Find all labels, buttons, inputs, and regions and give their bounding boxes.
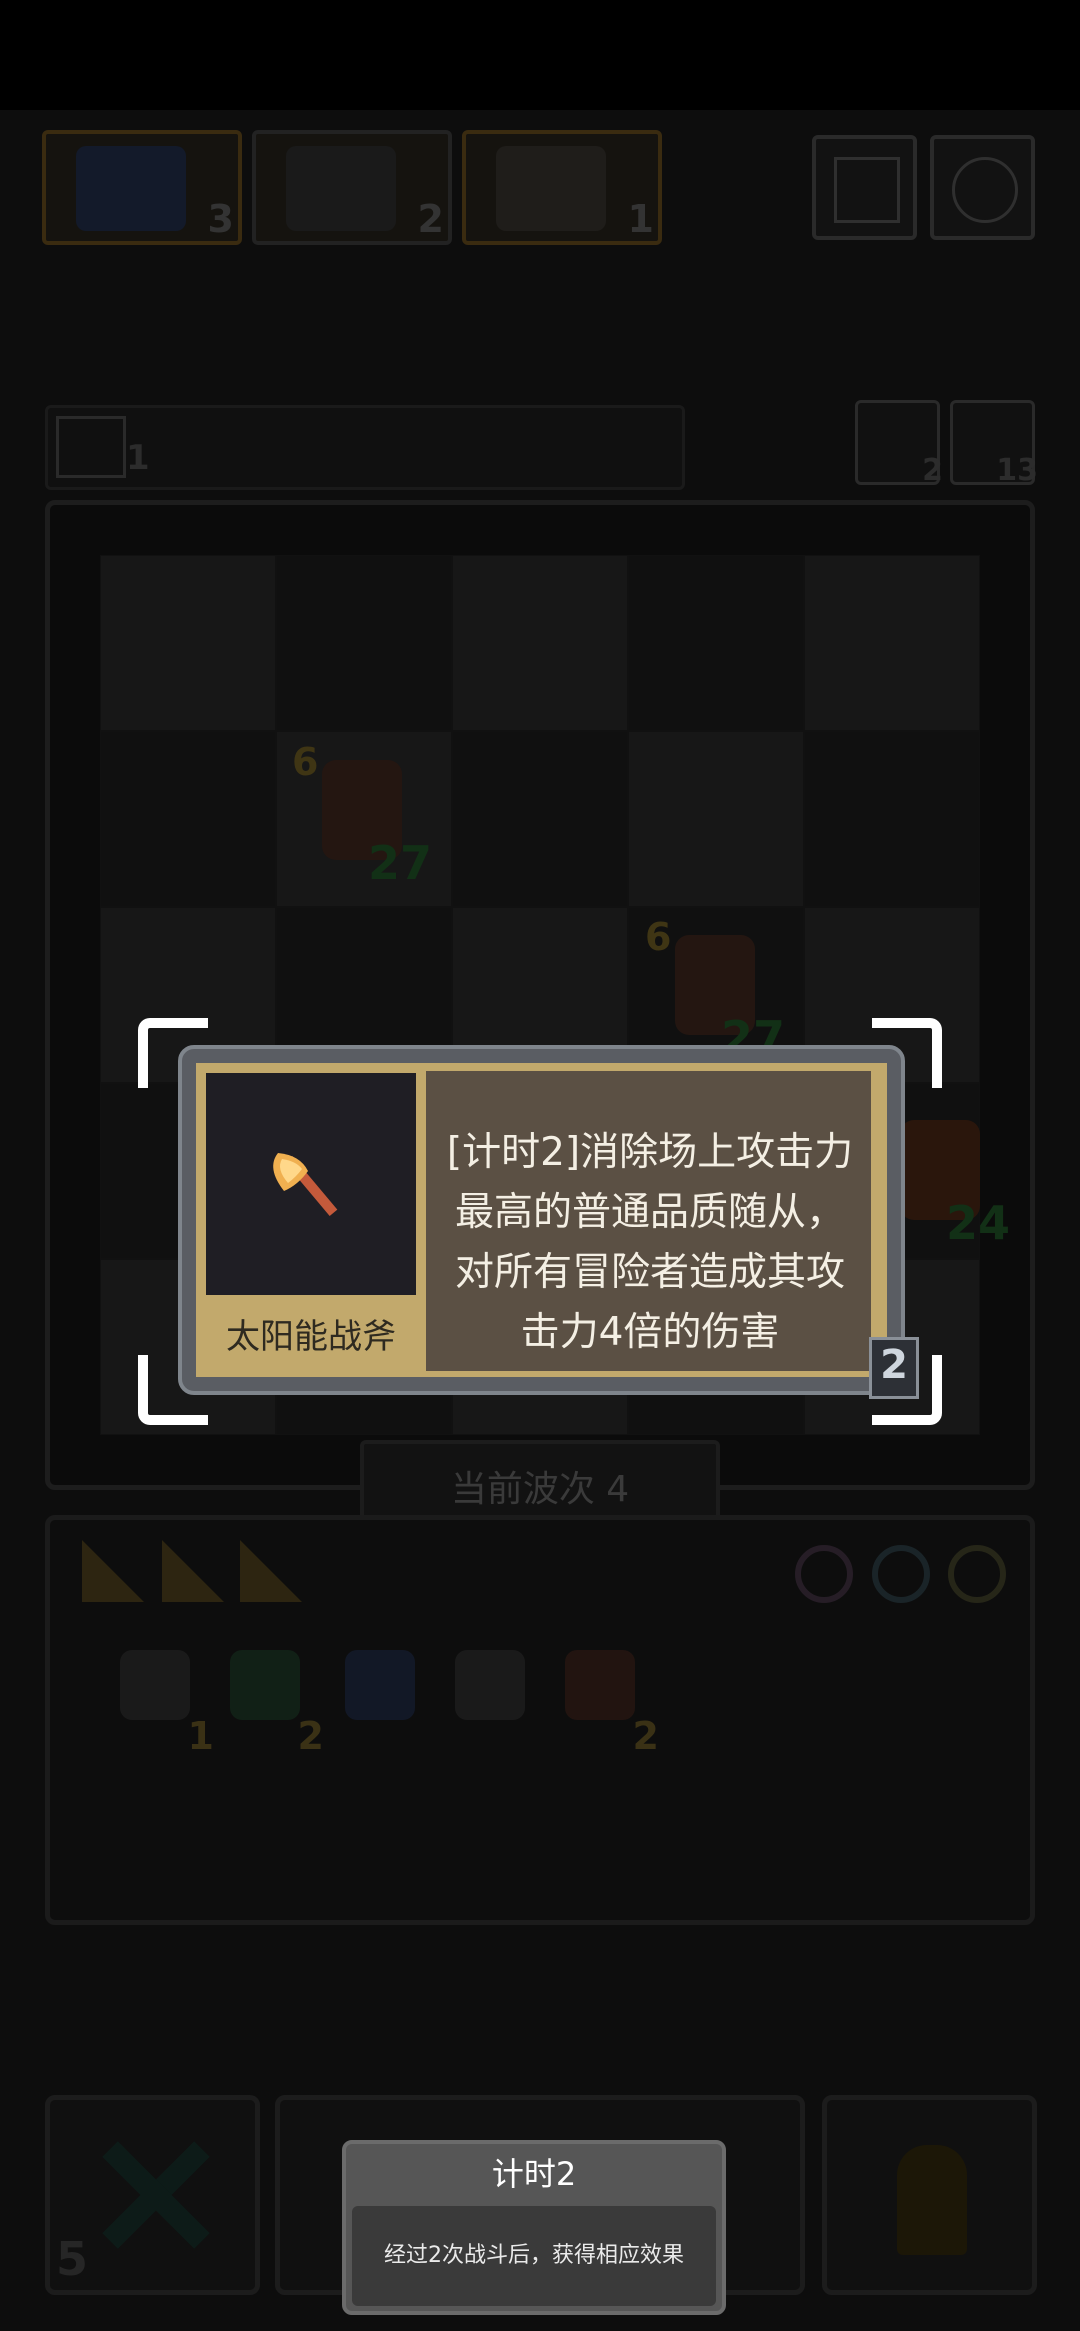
golem-icon [76,146,186,231]
pawn-icon [897,2145,967,2255]
discard-count: 5 [56,2232,89,2286]
unit-attack: 6 [292,740,319,784]
inventory-item[interactable] [335,1650,445,1750]
tooltip-body: 经过2次战斗后，获得相应效果 [352,2206,716,2306]
refresh-count: 2 [922,453,943,488]
gear-icon [952,157,1018,223]
inventory-item[interactable] [445,1650,555,1750]
board-cell[interactable] [628,731,804,907]
board-unit[interactable]: 6 27 [292,740,432,890]
hero-count: 1 [627,197,654,241]
hero-count: 3 [207,197,234,241]
gem-ring-icon [872,1545,930,1603]
board-cell[interactable] [276,555,452,731]
green-shield-icon [230,1650,300,1720]
pawn-button[interactable] [822,2095,1037,2295]
skeleton-icon [496,146,606,231]
gem-ring-icon [948,1545,1006,1603]
axe-icon [565,1650,635,1720]
hero-count: 2 [417,197,444,241]
help-button[interactable] [812,135,917,240]
inventory-item[interactable]: 1 [110,1650,220,1758]
mage-icon [286,146,396,231]
inventory-item[interactable]: 2 [555,1650,665,1758]
item-count: 2 [632,1714,659,1758]
board-cell[interactable] [628,555,804,731]
item-card: 太阳能战斧 [计时2]消除场上攻击力最高的普通品质随从，对所有冒险者造成其攻击力… [196,1063,887,1377]
tooltip-title: 计时2 [491,2155,577,2193]
mail-icon [56,416,126,478]
board-cell[interactable] [452,555,628,731]
axe-icon [273,1153,338,1217]
unit-attack: 6 [645,915,672,959]
close-icon [100,2140,210,2250]
discard-button[interactable]: 5 [45,2095,260,2295]
board-cell[interactable] [804,731,980,907]
item-count: 1 [187,1714,214,1758]
inventory-item[interactable]: 2 [220,1650,330,1758]
bone-club-icon [120,1650,190,1720]
message-bar[interactable]: 1 [45,405,685,490]
keyword-tooltip: 计时2 经过2次战斗后，获得相应效果 [342,2140,726,2315]
blue-hat-icon [345,1650,415,1720]
hero-slot-3[interactable]: 1 [462,130,662,245]
item-detail-popup[interactable]: 太阳能战斧 [计时2]消除场上攻击力最高的普通品质随从，对所有冒险者造成其攻击力… [178,1045,919,1399]
item-name: 太阳能战斧 [226,1317,396,1357]
board-cell[interactable] [100,731,276,907]
item-count: 2 [297,1714,324,1758]
item-art [206,1073,416,1295]
item-description-box: [计时2]消除场上攻击力最高的普通品质随从，对所有冒险者造成其攻击力4倍的伤害 [426,1071,871,1371]
item-stack-count: 2 [869,1337,919,1399]
board-cell[interactable] [804,555,980,731]
board-cell[interactable] [100,555,276,731]
gem-ring-icon [795,1545,853,1603]
unit-health: 27 [367,836,432,890]
hero-slot-1[interactable]: 3 [42,130,242,245]
board-cell[interactable] [452,731,628,907]
board-unit[interactable]: 6 27 [645,915,785,1065]
refresh-button[interactable]: 2 [855,400,943,488]
claw-icon [455,1650,525,1720]
question-icon [834,157,900,223]
key-button[interactable]: 13 [950,400,1038,488]
status-area [0,0,1080,110]
hero-slot-2[interactable]: 2 [252,130,452,245]
mail-count: 1 [126,438,150,478]
unit-health: 24 [945,1196,1010,1250]
item-description: [计时2]消除场上攻击力最高的普通品质随从，对所有冒险者造成其攻击力4倍的伤害 [446,1130,854,1355]
key-count: 13 [996,453,1038,488]
settings-button[interactable] [930,135,1035,240]
